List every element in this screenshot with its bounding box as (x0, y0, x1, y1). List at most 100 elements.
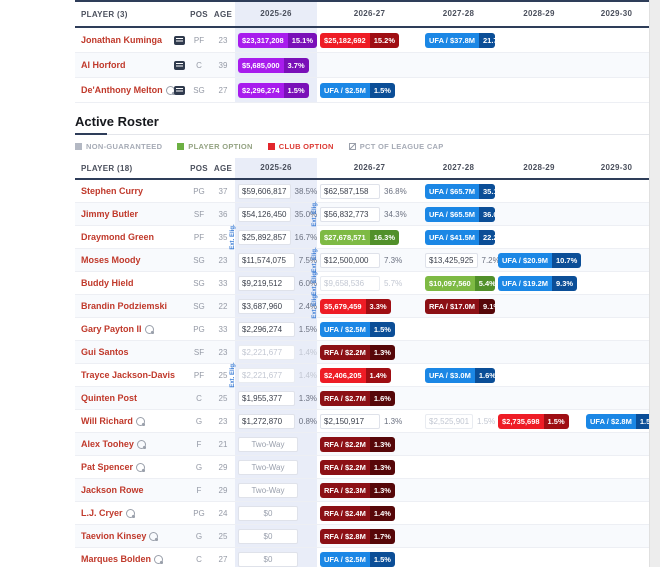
player-age: 27 (211, 86, 235, 95)
contract-icon (174, 36, 185, 45)
salary-year-cell (583, 341, 650, 363)
contract-icon (174, 86, 185, 95)
contract-icon-cell (171, 61, 187, 70)
salary-year-cell (583, 548, 650, 567)
salary-year-cell: UFA / $65.5M36.0% (422, 203, 495, 225)
salary-year-cell (422, 479, 495, 501)
player-row: Will RichardG23$1,272,8700.8%$2,150,9171… (75, 410, 650, 433)
salary-year-cell: Ext. Elig.$56,832,77334.3% (317, 203, 422, 225)
player-name-link[interactable]: Buddy Hield (75, 278, 134, 288)
salary-value: $0 (238, 506, 298, 521)
badge-value: $2,296,274 (238, 83, 284, 98)
salary-year-cell: $2,406,2051.4% (317, 364, 422, 386)
badge-cap-pct: 1.6% (370, 391, 395, 406)
player-row: Quinten PostC25$1,955,3771.3%RFA / $2.7M… (75, 387, 650, 410)
salary-year-cell (495, 364, 583, 386)
player-age: 22 (211, 302, 235, 311)
salary-year-cell (495, 226, 583, 248)
badge-value: UFA / $19.2M (498, 276, 552, 291)
player-age: 21 (211, 440, 235, 449)
player-name-link[interactable]: Alex Toohey (75, 439, 134, 449)
legend-swatch-icon (177, 143, 184, 150)
player-name-link[interactable]: De'Anthony Melton (75, 85, 163, 95)
salary-year-cell: $13,425,9257.2% (422, 249, 495, 271)
player-name-link[interactable]: Will Richard (75, 416, 133, 426)
player-name-link[interactable]: Jonathan Kuminga (75, 35, 162, 45)
player-name-link[interactable]: Trayce Jackson-Davis (75, 370, 175, 380)
legend-item: PLAYER OPTION (177, 142, 252, 151)
salary-year-cell: $0 (235, 502, 317, 524)
salary-year-cell (422, 53, 495, 77)
player-name-link[interactable]: Moses Moody (75, 255, 141, 265)
salary-year-cell (317, 53, 422, 77)
salary-year-cell: UFA / $65.7M35.1% (422, 180, 495, 202)
salary-year-cell (583, 525, 650, 547)
cap-pct: 1.4% (299, 348, 317, 357)
player-name-link[interactable]: Gui Santos (75, 347, 129, 357)
player-age: 23 (211, 417, 235, 426)
player-row: Gary Payton IIPG33$2,296,2741.5%UFA / $2… (75, 318, 650, 341)
column-header-player: PLAYER (18) (75, 158, 187, 178)
player-age: 37 (211, 187, 235, 196)
player-name-link[interactable]: Jackson Rowe (75, 485, 144, 495)
player-name-link[interactable]: Al Horford (75, 60, 126, 70)
player-name-link[interactable]: L.J. Cryer (75, 508, 123, 518)
badge-value: $5,685,000 (238, 58, 284, 73)
salary-year-cell (495, 456, 583, 478)
signed-salary-badge: $2,296,2741.5% (238, 83, 309, 98)
salary-year-cell (422, 433, 495, 455)
signed-salary-badge: $5,685,0003.7% (238, 58, 309, 73)
salary-year-cell: $59,606,81738.5% (235, 180, 317, 202)
player-age: 25 (211, 394, 235, 403)
salary-year-cell (583, 272, 650, 294)
player-name-link[interactable]: Marques Bolden (75, 554, 151, 564)
salary-year-cell: Two-Way (235, 479, 317, 501)
badge-value: $27,678,571 (320, 230, 370, 245)
salary-year-cell: Two-Way (235, 456, 317, 478)
ufa-badge: UFA / $41.5M22.2% (425, 230, 495, 245)
salary-year-cell (422, 78, 495, 102)
player-name-link[interactable]: Jimmy Butler (75, 209, 138, 219)
player-name-link[interactable]: Draymond Green (75, 232, 154, 242)
salary-value: $62,587,158 (320, 184, 380, 199)
badge-cap-pct: 1.5% (370, 83, 395, 98)
badge-value: $10,097,560 (425, 276, 475, 291)
player-position: F (187, 440, 211, 449)
salary-year-cell: RFA / $2.7M1.6% (317, 387, 422, 409)
player-name-link[interactable]: Pat Spencer (75, 462, 133, 472)
salary-value: $3,687,960 (238, 299, 295, 314)
player-name-link[interactable]: Gary Payton II (75, 324, 142, 334)
badge-value: UFA / $41.5M (425, 230, 479, 245)
rfa-badge: RFA / $2.7M1.6% (320, 391, 395, 406)
player-age: 33 (211, 325, 235, 334)
legend-label: PLAYER OPTION (188, 142, 252, 151)
player-name-link[interactable]: Taevion Kinsey (75, 531, 146, 541)
player-name-cell: Brandin Podziemski (75, 295, 187, 317)
salary-year-cell: $11,574,0757.5% (235, 249, 317, 271)
badge-cap-pct: 9.1% (479, 299, 495, 314)
badge-cap-pct: 35.1% (479, 184, 495, 199)
column-header-age: AGE (211, 10, 235, 19)
salary-year-cell: UFA / $41.5M22.2% (422, 226, 495, 248)
player-name-link[interactable]: Stephen Curry (75, 186, 143, 196)
player-status-icon (126, 509, 135, 518)
legend-item: PCT OF LEAGUE CAP (349, 142, 444, 151)
legend-item: NON-GUARANTEED (75, 142, 162, 151)
player-name-cell: Trayce Jackson-Davis (75, 364, 187, 386)
salary-year-cell (583, 295, 650, 317)
salary-year-cell: $25,182,69215.2% (317, 28, 422, 52)
club-option-badge: $2,735,6981.5% (498, 414, 569, 429)
player-name-link[interactable]: Brandin Podziemski (75, 301, 167, 311)
badge-cap-pct: 10.7% (552, 253, 581, 268)
player-name-link[interactable]: Quinten Post (75, 393, 137, 403)
badge-value: RFA / $2.2M (320, 460, 370, 475)
badge-value: $5,679,459 (320, 299, 366, 314)
badge-value: UFA / $65.7M (425, 184, 479, 199)
player-name-cell: Quinten Post (75, 387, 187, 409)
salary-value: $59,606,817 (238, 184, 291, 199)
salary-year-cell: $23,317,20815.1% (235, 28, 317, 52)
salary-year-cell: UFA / $2.5M1.5% (317, 318, 422, 340)
salary-value: $2,525,901 (425, 414, 473, 429)
cap-legend: NON-GUARANTEEDPLAYER OPTIONCLUB OPTIONPC… (75, 135, 650, 158)
salary-cap-page: PLAYER (3)POSAGE2025-262026-272027-28202… (75, 0, 650, 567)
